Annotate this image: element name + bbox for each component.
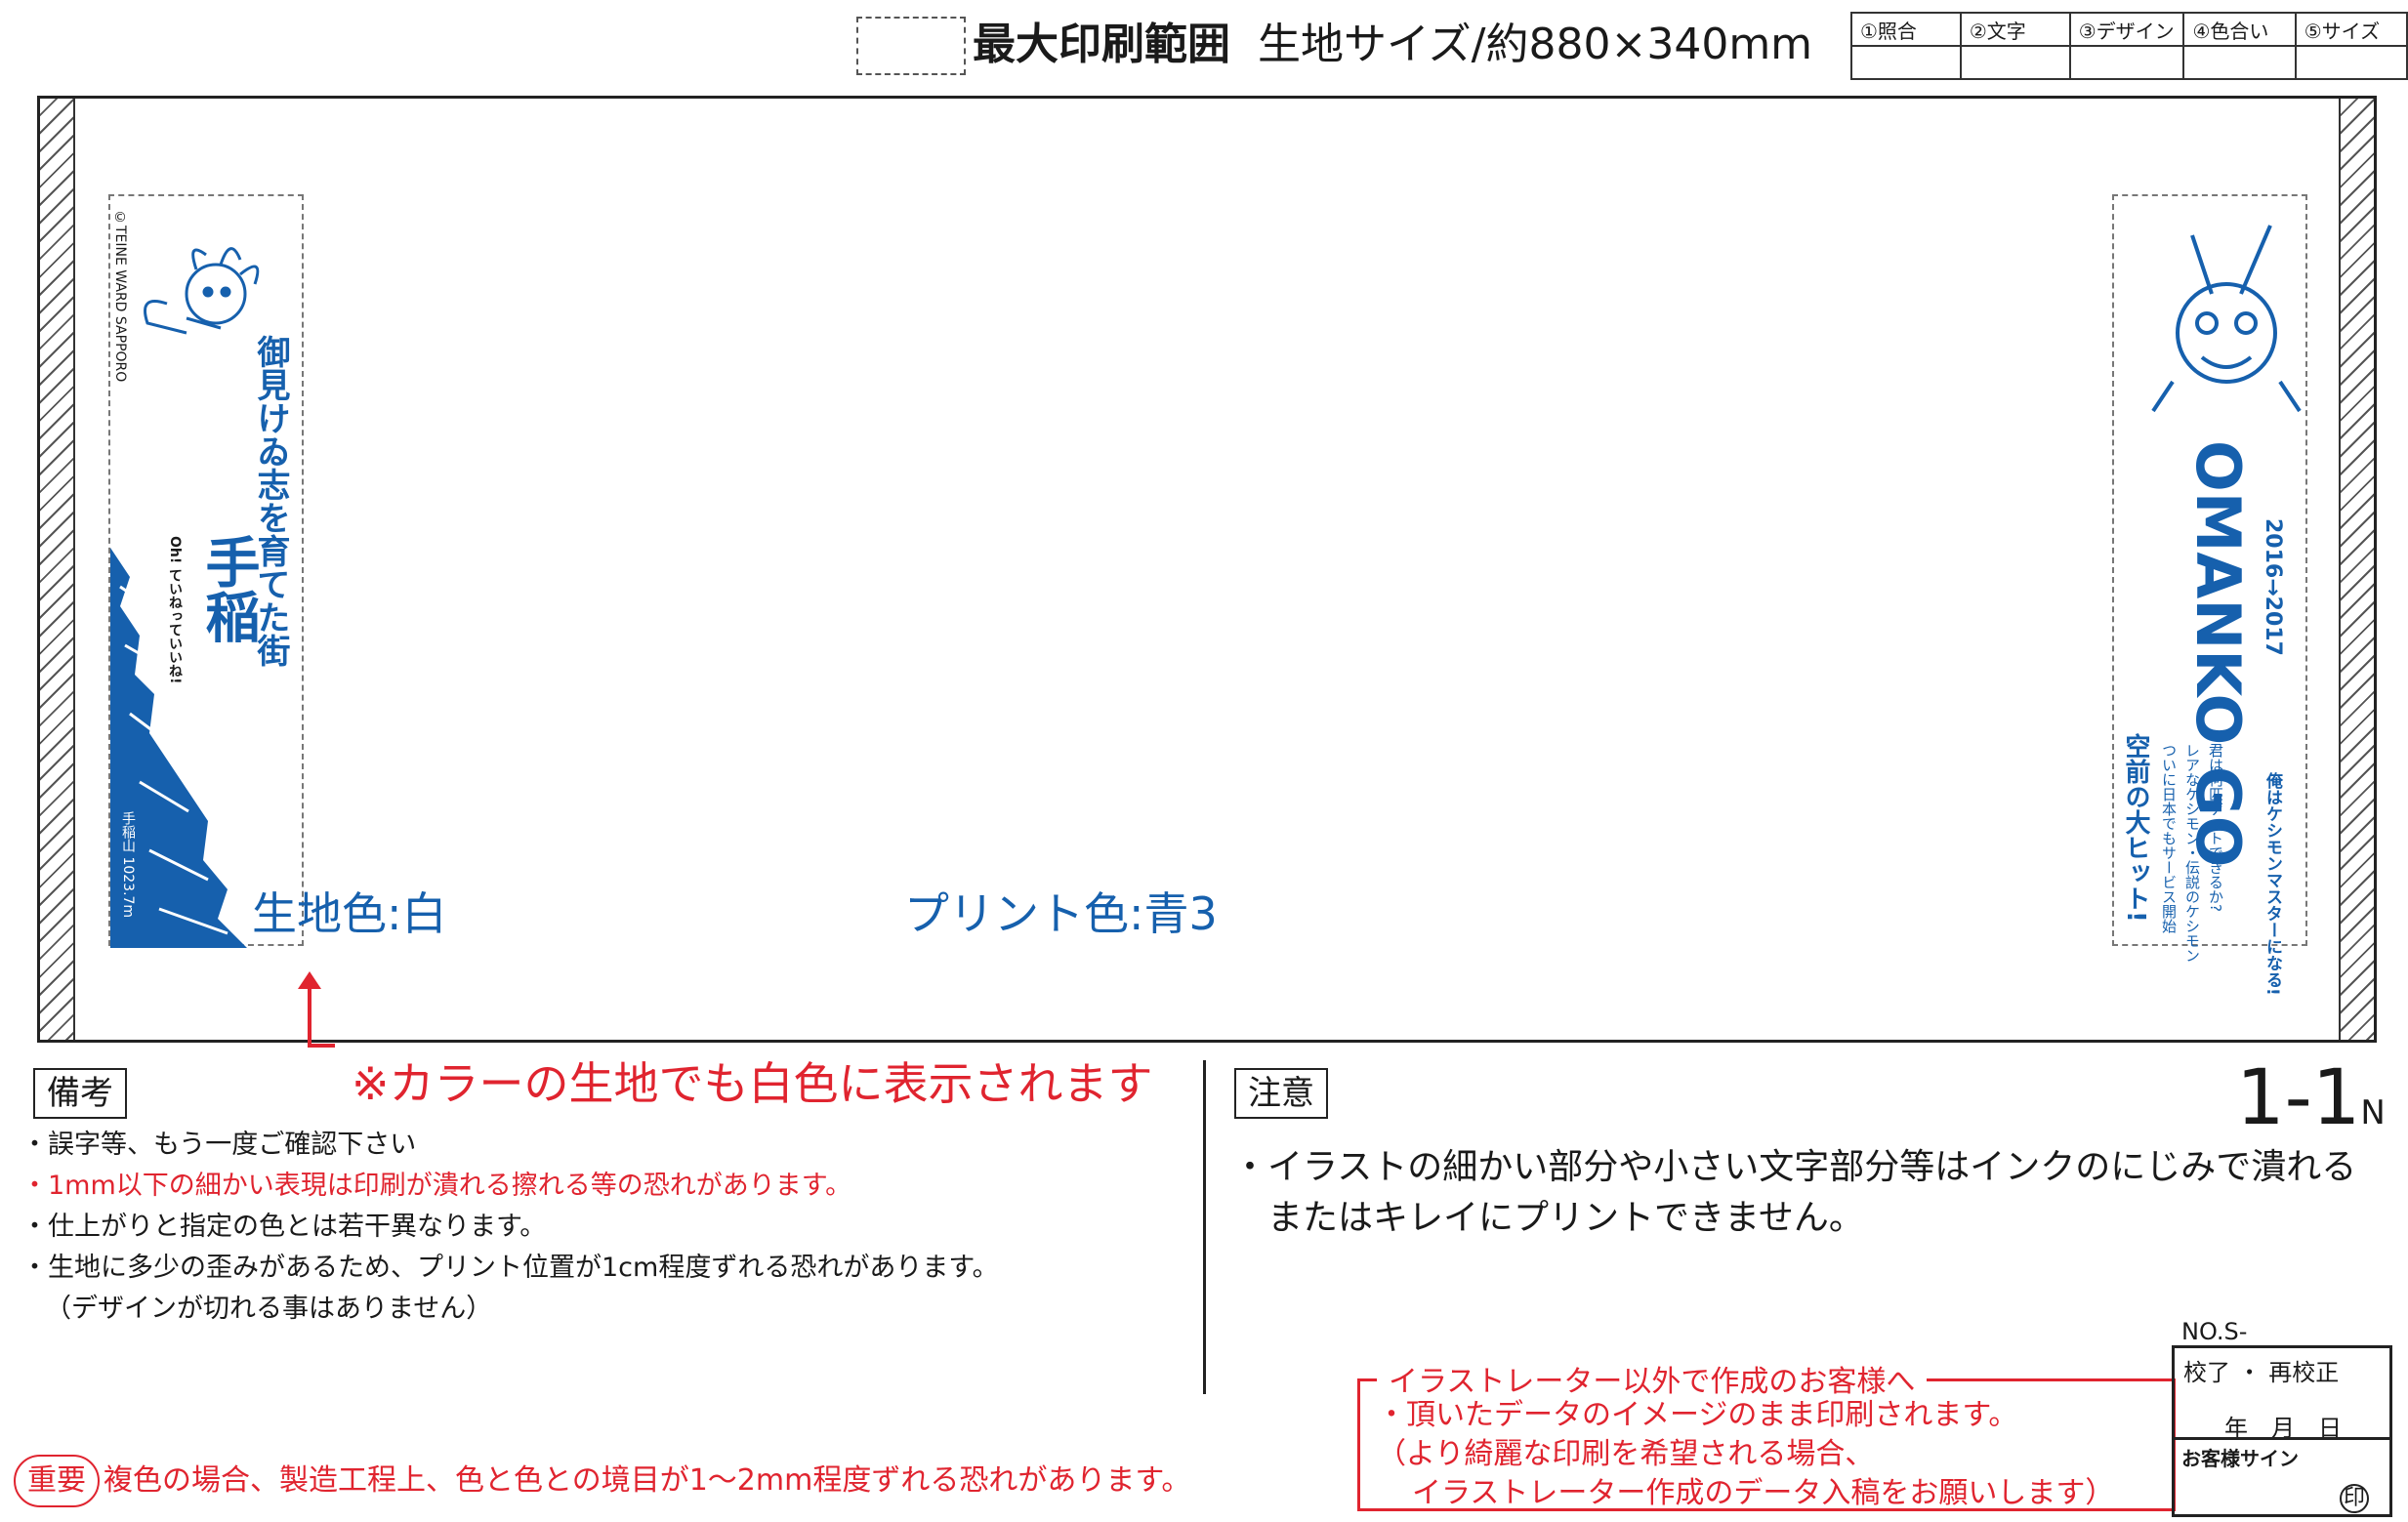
caution-text: ・イラストの細かい部分や小さい文字部分等はインクのにじみで潰れる またはキレイに… xyxy=(1232,1142,2356,1244)
remarks-item: ・誤字等、もう一度ご確認下さい xyxy=(21,1130,417,1160)
fabric-color-label: 生地色:白 xyxy=(252,887,447,940)
design-panel-right: OMANKO GO 2016→2017 空前の大ヒット! ついに日本でもサービス… xyxy=(2112,194,2307,996)
important-note: 重要 複色の場合、製造工程上、色と色との境目が1〜2mm程度ずれる恐れがあります。 xyxy=(14,1455,1190,1507)
character-illustration xyxy=(2151,225,2302,413)
print-color-label: プリント色:青3 xyxy=(904,887,1218,940)
copyright-text: ©TEINE WARD SAPPORO xyxy=(112,210,128,383)
check-box[interactable] xyxy=(2182,45,2297,80)
check-item: ⑤サイズ xyxy=(2294,12,2408,47)
desc-line: 俺はケシモンマスターになる! xyxy=(2263,772,2282,996)
illustrator-note-line: （より綺麗な印刷を希望される場合、 xyxy=(1377,1437,1875,1471)
print-area-legend-swatch xyxy=(856,17,966,75)
order-number-label: NO.S- xyxy=(2181,1318,2248,1345)
desc-line: レアなケシモン・伝説のケシモン xyxy=(2183,743,2201,963)
design-panel-left: ©TEINE WARD SAPPORO 御見けゐ志を育てた街 手稲 Oh! てい… xyxy=(108,194,304,948)
remarks-item: （デザインが切れる事はありません） xyxy=(45,1294,493,1324)
headline-text: 空前の大ヒット! xyxy=(2121,733,2150,923)
customer-sign-label: お客様サイン xyxy=(2181,1447,2299,1470)
arrow-line xyxy=(308,1044,335,1048)
seam-allowance-right xyxy=(2339,99,2374,1040)
seam-allowance-left xyxy=(40,99,75,1040)
page-number: 1-1N xyxy=(2236,1054,2386,1157)
check-item: ④色合い xyxy=(2182,12,2297,47)
proof-status[interactable]: 校了 ・ 再校正 xyxy=(2183,1353,2339,1387)
check-item: ②文字 xyxy=(1959,12,2071,47)
illustrator-note-line: イラストレーター作成のデータ入稿をお願いします） xyxy=(1412,1476,2115,1510)
illustrator-note-line: ・頂いたデータのイメージのまま印刷されます。 xyxy=(1377,1398,2018,1432)
mountain-label: 手稲山 1023.7m xyxy=(118,809,138,921)
check-box[interactable] xyxy=(1959,45,2071,80)
legend-label: 最大印刷範囲 xyxy=(973,20,1230,69)
check-item: ①照合 xyxy=(1850,12,1962,47)
color-note: ※カラーの生地でも白色に表示されます xyxy=(352,1057,1153,1110)
caution-line: またはキレイにプリントできません。 xyxy=(1267,1198,1864,1238)
page-title: 最大印刷範囲 生地サイズ/約880×340mm xyxy=(973,14,1812,76)
proof-divider xyxy=(2172,1437,2392,1440)
seal-mark[interactable]: 印 xyxy=(2340,1484,2369,1513)
section-divider xyxy=(1203,1060,1206,1394)
caution-line: ・イラストの細かい部分や小さい文字部分等はインクのにじみで潰れる xyxy=(1232,1147,2357,1187)
desc-line: ついに日本でもサービス開始 xyxy=(2160,743,2178,933)
remarks-item: ・1mm以下の細かい表現は印刷が潰れる擦れる等の恐れがあります。 xyxy=(21,1171,852,1201)
illustrator-note-title: イラストレーター以外で作成のお客様へ xyxy=(1377,1357,1928,1400)
check-box[interactable] xyxy=(1850,45,1962,80)
check-box[interactable] xyxy=(2068,45,2185,80)
desc-line: 君は何匹ゲットできるか? xyxy=(2207,743,2224,912)
important-badge: 重要 xyxy=(14,1455,100,1507)
page-number-value: 1-1 xyxy=(2236,1054,2361,1142)
important-text: 複色の場合、製造工程上、色と色との境目が1〜2mm程度ずれる恐れがあります。 xyxy=(104,1463,1191,1498)
page-number-suffix: N xyxy=(2360,1093,2386,1132)
checklist-table: ①照合 ②文字 ③デザイン ④色合い ⑤サイズ xyxy=(1850,12,2408,80)
arrow-line xyxy=(308,976,311,1047)
check-item: ③デザイン xyxy=(2068,12,2185,47)
remarks-label: 備考 xyxy=(33,1068,127,1119)
fabric-size-label: 生地サイズ/約880×340mm xyxy=(1257,20,1813,69)
years-text: 2016→2017 xyxy=(2261,518,2285,656)
remarks-list: ・誤字等、もう一度ご確認下さい ・1mm以下の細かい表現は印刷が潰れる擦れる等の… xyxy=(21,1125,999,1330)
illustrator-note-body: ・頂いたデータのイメージのまま印刷されます。 （より綺麗な印刷を希望される場合、… xyxy=(1377,1396,2114,1513)
remarks-item: ・生地に多少の歪みがあるため、プリント位置が1cm程度ずれる恐れがあります。 xyxy=(21,1253,999,1283)
caution-label: 注意 xyxy=(1234,1068,1328,1119)
remarks-item: ・仕上がりと指定の色とは若干異なります。 xyxy=(21,1212,547,1242)
check-box[interactable] xyxy=(2294,45,2408,80)
